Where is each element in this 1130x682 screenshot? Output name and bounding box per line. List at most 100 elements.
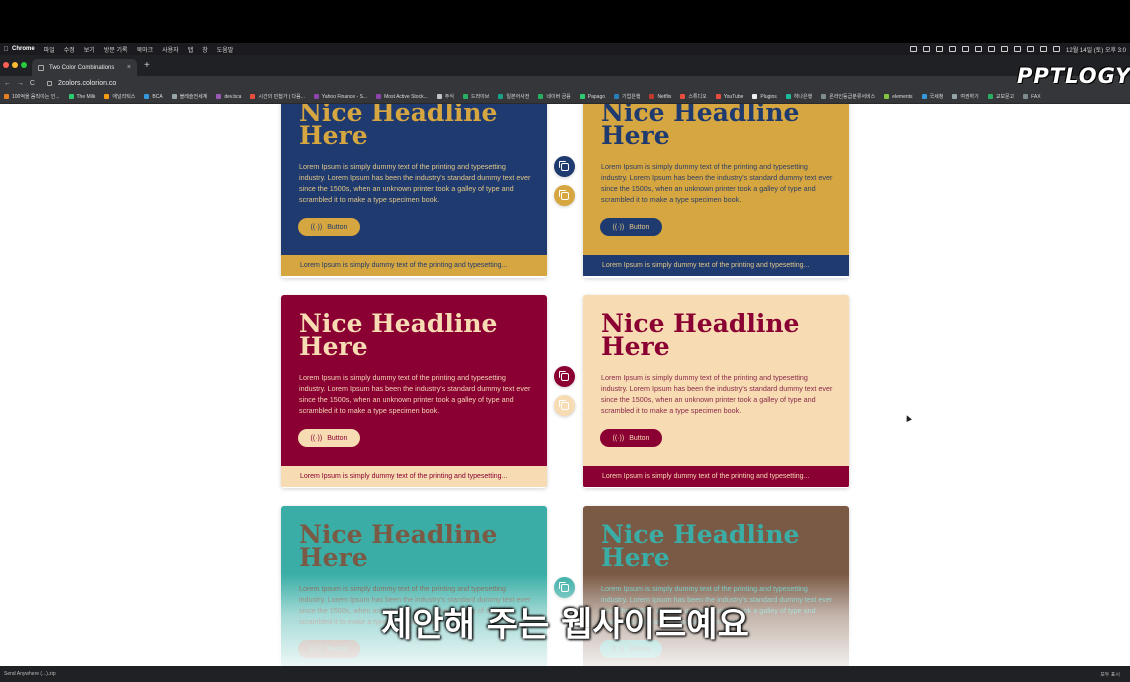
status-icon[interactable]: [910, 46, 918, 52]
bookmark-favicon-icon: [952, 94, 958, 99]
status-icon[interactable]: [1001, 46, 1009, 52]
bookmark-favicon-icon: [921, 94, 927, 99]
bookmark-item[interactable]: YouTube: [715, 94, 743, 100]
card-top: Nice Headline Here Lorem Ipsum is simply…: [281, 104, 547, 255]
card-button-label: Button: [629, 223, 650, 231]
menu-item-help[interactable]: 도움말: [217, 45, 234, 54]
bookmark-item[interactable]: BCA: [144, 93, 163, 100]
card-button[interactable]: ((·)) Button: [298, 429, 360, 447]
bookmark-item[interactable]: Plugins: [752, 94, 777, 100]
minimize-window-icon[interactable]: [12, 62, 18, 68]
copy-icon: [558, 399, 569, 410]
bookmark-item[interactable]: The Milk: [68, 94, 95, 100]
wifi-icon[interactable]: [1040, 46, 1048, 52]
bookmark-favicon-icon: [462, 94, 468, 99]
color-card-crimson-peach: Nice Headline Here Lorem Ipsum is simply…: [281, 295, 547, 488]
show-all-downloads-link[interactable]: 모두 표시: [1100, 671, 1120, 678]
card-button-label: Button: [327, 223, 348, 231]
browser-tab-bar: Two Color Combinations × +: [0, 55, 1130, 76]
bookmark-item[interactable]: FAX: [1023, 93, 1041, 100]
menu-item-bookmarks[interactable]: 북마크: [137, 45, 154, 54]
bookmark-item[interactable]: Papago: [579, 94, 605, 100]
menu-item-tab[interactable]: 탭: [188, 45, 194, 54]
search-icon[interactable]: [1053, 46, 1061, 52]
bookmark-label: 여권하기: [960, 94, 979, 100]
card-footer: Lorem Ipsum is simply dummy text of the …: [583, 255, 849, 276]
broadcast-icon: ((·)): [612, 434, 625, 442]
lock-icon[interactable]: [46, 80, 52, 86]
bookmark-item[interactable]: 시간의 민첩가 | 다음...: [250, 93, 305, 100]
menu-item-profiles[interactable]: 사용자: [162, 45, 179, 54]
bookmark-item[interactable]: 기업은행: [614, 93, 640, 100]
bookmark-item[interactable]: elements: [884, 94, 913, 100]
tab-two-color-combinations[interactable]: Two Color Combinations ×: [32, 59, 137, 76]
bookmark-item[interactable]: 스튜디오: [680, 93, 707, 100]
url-field[interactable]: 2colors.colorion.co: [58, 80, 116, 87]
copy-primary-color-button[interactable]: [554, 156, 575, 177]
card-footer: Lorem Ipsum is simply dummy text of the …: [281, 466, 547, 487]
bookmark-item[interactable]: 네이버 금융: [538, 93, 571, 100]
tab-close-icon[interactable]: ×: [127, 64, 131, 71]
card-button[interactable]: ((·)) Button: [600, 218, 662, 236]
menu-item-chrome[interactable]: Chrome: [12, 46, 35, 52]
status-icon[interactable]: [949, 46, 957, 52]
apple-icon[interactable]: : [0, 46, 12, 53]
bookmark-label: Yahoo Finance - S...: [321, 93, 368, 100]
bookmark-item[interactable]: 주식: [436, 93, 454, 100]
bookmark-item[interactable]: 하나은행: [785, 93, 813, 100]
address-bar: ← → C 2colors.colorion.co: [0, 76, 1130, 90]
card-button[interactable]: ((·)) Button: [298, 218, 360, 236]
menu-clock[interactable]: 12월 14일 (토) 오후 3:0: [1066, 45, 1126, 54]
bookmark-favicon-icon: [4, 94, 9, 99]
status-icon[interactable]: [923, 46, 931, 52]
menu-item-history[interactable]: 방문 기록: [104, 45, 128, 54]
bookmark-label: 하나은행: [793, 94, 813, 100]
close-window-icon[interactable]: [3, 62, 9, 68]
bookmark-item[interactable]: Yahoo Finance - S...: [313, 93, 368, 100]
status-icon[interactable]: [988, 46, 996, 52]
navigation-buttons[interactable]: ← → C: [4, 80, 37, 87]
bookmark-item[interactable]: 애널리틱스: [104, 93, 135, 100]
status-icon[interactable]: [936, 46, 944, 52]
copy-secondary-color-button[interactable]: [554, 395, 575, 416]
card-button[interactable]: ((·)) Button: [600, 429, 662, 447]
bookmark-label: 스튜디오: [688, 94, 707, 100]
bookmark-favicon-icon: [498, 94, 504, 99]
status-icon[interactable]: [1014, 46, 1022, 52]
battery-icon[interactable]: [1027, 46, 1035, 52]
bookmark-item[interactable]: Most Active Stock...: [376, 94, 428, 100]
bookmark-item[interactable]: 교보문고: [987, 93, 1014, 100]
bookmark-label: FAX: [1031, 93, 1041, 100]
bookmark-label: 애널리틱스: [112, 94, 136, 100]
bookmark-item[interactable]: 온라인등급분류서비스: [821, 93, 875, 100]
bookmark-item[interactable]: 드라이브: [462, 93, 489, 100]
menu-item-view[interactable]: 보기: [84, 45, 95, 54]
bookmark-item[interactable]: Netflix: [649, 94, 671, 100]
bookmark-item[interactable]: 블레슬전세계: [171, 93, 207, 100]
copy-secondary-color-button[interactable]: [554, 185, 575, 206]
menu-item-window[interactable]: 창: [202, 45, 208, 54]
status-icon[interactable]: [962, 46, 970, 52]
copy-primary-color-button[interactable]: [554, 366, 575, 387]
new-tab-button[interactable]: +: [144, 60, 150, 71]
broadcast-icon: ((·)): [310, 434, 323, 442]
menu-item-file[interactable]: 파일: [44, 45, 55, 54]
bookmark-item[interactable]: 여권하기: [952, 93, 979, 100]
bookmark-item[interactable]: 100억을 움직이는 인...: [4, 93, 60, 100]
status-icon[interactable]: [975, 46, 983, 52]
bookmark-item[interactable]: 일본어사전: [498, 93, 529, 100]
bookmark-item[interactable]: 국세청: [921, 93, 943, 100]
menu-item-edit[interactable]: 수정: [64, 45, 75, 54]
screen:  Chrome 파일 수정 보기 방문 기록 북마크 사용자 탭 창 도움말 …: [0, 0, 1130, 682]
card-body-text: Lorem Ipsum is simply dummy text of the …: [601, 373, 833, 415]
window-controls: [3, 62, 27, 68]
card-body-text: Lorem Ipsum is simply dummy text of the …: [601, 162, 833, 204]
bookmark-favicon-icon: [987, 94, 993, 99]
bookmark-favicon-icon: [376, 94, 382, 99]
download-item[interactable]: Send Anywhere (...).zip: [4, 671, 56, 677]
zoom-window-icon[interactable]: [21, 62, 27, 68]
bookmark-label: dev.bca: [224, 93, 242, 100]
bookmark-item[interactable]: dev.bca: [216, 94, 241, 100]
bookmark-label: BCA: [152, 93, 163, 100]
bookmark-favicon-icon: [313, 94, 319, 99]
